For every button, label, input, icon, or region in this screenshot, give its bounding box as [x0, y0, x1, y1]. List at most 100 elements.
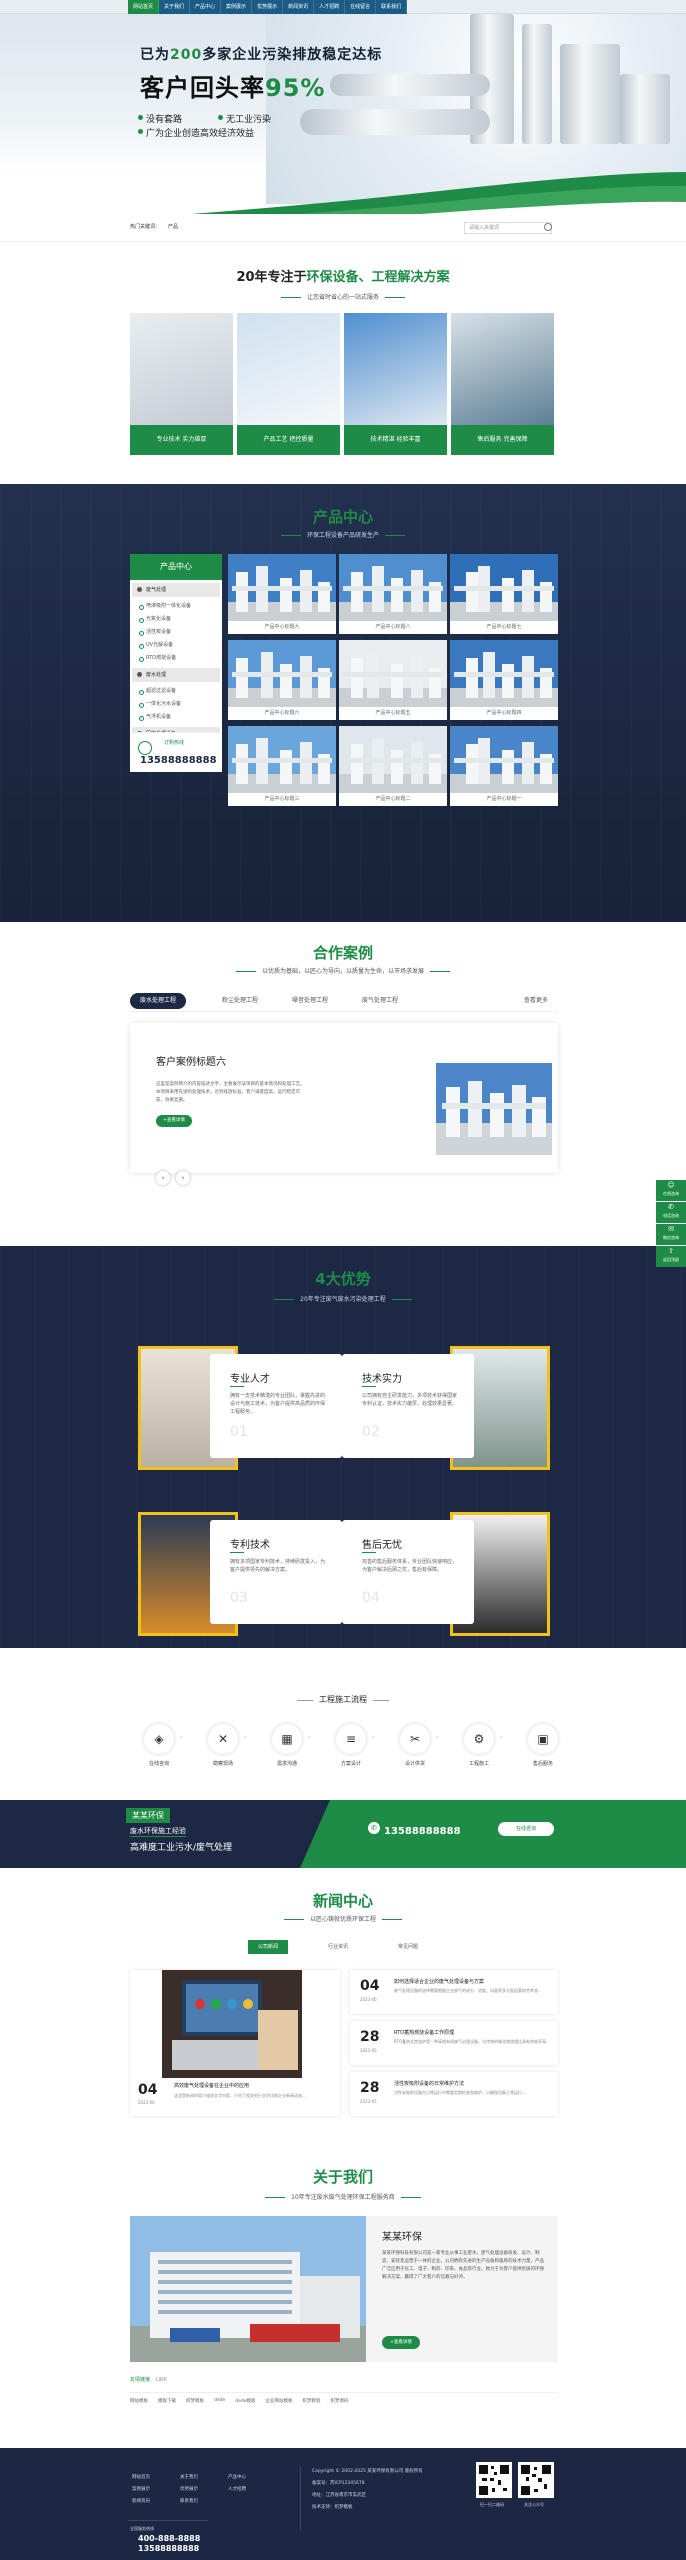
sidebar-subcategory[interactable]: RTO燃烧设备 [130, 652, 222, 665]
friend-link[interactable]: 模板下载 [158, 2398, 176, 2404]
search-input[interactable]: 请输入关键词 [464, 222, 552, 234]
wechat-float-button[interactable]: ✉ 微信咨询 [656, 1224, 686, 1245]
friend-link[interactable]: 企业网站模板 [266, 2398, 293, 2404]
communicate-icon: ▦ [272, 1724, 302, 1754]
hero-bullet: 没有套路 [137, 112, 182, 125]
page: { "nav": ["网站首页","关于我们","产品中心","案例展示","优… [0, 0, 686, 2560]
product-card[interactable]: 产品中心标题八 [339, 554, 447, 634]
nav-item-2[interactable]: 产品中心 [190, 0, 222, 14]
prev-arrow-icon[interactable]: ‹ [156, 1171, 170, 1185]
tab-news-0[interactable]: 公司新闻 [248, 1940, 289, 1954]
friend-link[interactable]: 织梦模板 [186, 2398, 204, 2404]
sidebar-subcategory[interactable]: 光氧化设备 [130, 613, 222, 626]
nav-item-7[interactable]: 在线留言 [345, 0, 377, 14]
footer-link[interactable]: 人才招聘 [228, 2486, 246, 2492]
footer-link[interactable]: 联系我们 [180, 2498, 198, 2504]
product-title: 产品中心标题三 [264, 796, 300, 802]
sidebar-category[interactable]: 废水处理 [132, 668, 220, 682]
footer-link[interactable]: 新闻资讯 [132, 2498, 150, 2504]
advantage-title: 专利技术 [230, 1540, 270, 1551]
case-detail-button[interactable]: +查看详情 [156, 1115, 192, 1127]
news-day: 28 [360, 2080, 380, 2096]
news-item[interactable]: 28 2023-05 活性炭吸附设备的日常维护方法 活性炭吸附设备在日常运行中需要定期… [350, 2072, 558, 2116]
top-float-button[interactable]: ⇧ 返回顶部 [656, 1246, 686, 1267]
advantage-title: 售后无忧 [362, 1540, 402, 1551]
about-image [130, 2216, 366, 2362]
process-step-label: 工程施工 [468, 1761, 489, 1767]
product-card[interactable]: 产品中心标题五 [339, 640, 447, 720]
sidebar-subcategory[interactable]: 一体化污水设备 [130, 698, 222, 711]
footer-link[interactable]: 网站首页 [132, 2474, 150, 2480]
news-item[interactable]: 04 2023-06 如何选择适合企业的废气处理设备与方案 废气处理设备的选择需要根据… [350, 1970, 558, 2014]
case-more-link[interactable]: 查看更多 [514, 993, 558, 1009]
feature-card-image [344, 313, 447, 425]
hero-banner: 已为200多家企业污染排放稳定达标 客户回头率95% 没有套路 无工业污染 广为… [0, 14, 686, 214]
footer-link[interactable]: 案例展示 [132, 2486, 150, 2492]
sidebar-category[interactable]: 废气处理 [132, 583, 220, 597]
product-image [228, 554, 336, 621]
cases-title: 合作案例 [312, 944, 373, 962]
sidebar-subcategory[interactable]: UV光解设备 [130, 639, 222, 652]
feature-card[interactable]: 技术精湛 经验丰富 [344, 313, 447, 455]
hero-wave [191, 172, 686, 214]
featured-news[interactable]: 04 2023-06 高效废气处理设备在企业中的应用 这里是新闻的简介描述文字内… [130, 1970, 340, 2116]
hero-bullet: 广为企业创造高效经济效益 [137, 126, 254, 139]
sidebar-subcategory[interactable]: 喷淋吸附一体化设备 [130, 600, 222, 613]
footer-link[interactable]: 产品中心 [228, 2474, 246, 2480]
nav-item-1[interactable]: 关于我们 [159, 0, 191, 14]
feature-card[interactable]: 专业技术 实力雄厚 [130, 313, 233, 455]
nav-item-3[interactable]: 案例展示 [221, 0, 253, 14]
product-card[interactable]: 产品中心标题九 [228, 554, 336, 634]
footer-link[interactable]: 优势展示 [180, 2486, 198, 2492]
product-card[interactable]: 产品中心标题二 [339, 726, 447, 806]
friend-link[interactable]: dede模板 [235, 2398, 255, 2404]
chat-float-button[interactable]: ☺ 在线咨询 [656, 1180, 686, 1201]
nav-item-4[interactable]: 优势展示 [252, 0, 284, 14]
qr-code-1 [476, 2462, 512, 2498]
news-desc: 活性炭吸附设备在日常运行中需要定期检查和维护，以确保设备正常运行... [394, 2090, 526, 2095]
friend-link[interactable]: dede [214, 2398, 225, 2404]
sidebar-subcategory[interactable]: 超滤过滤设备 [130, 685, 222, 698]
consult-button[interactable]: 在线咨询 [498, 1822, 554, 1836]
float-label: 电话咨询 [663, 1213, 679, 1218]
feature-card[interactable]: 售后服务 完善保障 [451, 313, 554, 455]
about-detail-button[interactable]: +查看详情 [382, 2336, 420, 2349]
sidebar-subcategory[interactable]: 气浮机设备 [130, 711, 222, 724]
tab-news-1[interactable]: 行业资讯 [318, 1940, 358, 1954]
hot-keyword-link[interactable]: 产品 [168, 224, 178, 230]
product-card[interactable]: 产品中心标题三 [228, 726, 336, 806]
product-card[interactable]: 产品中心标题一 [450, 726, 558, 806]
hotline-box: 订购热线 13588888888 [130, 732, 222, 772]
friend-link[interactable]: 织梦源码 [331, 2398, 349, 2404]
survey-icon: ✕ [208, 1724, 238, 1754]
product-card[interactable]: 产品中心标题七 [450, 554, 558, 634]
friend-link[interactable]: 网站模板 [130, 2398, 148, 2404]
friend-links: 网站模板 模板下载 织梦模板 dede dede模板 企业网站模板 织梦教程 织梦源码 [130, 2398, 349, 2404]
product-card[interactable]: 产品中心标题六 [228, 640, 336, 720]
phone-float-button[interactable]: ✆ 电话咨询 [656, 1202, 686, 1223]
tab-case-3[interactable]: 废气处理工程 [352, 993, 408, 1009]
sidebar-subcategory[interactable]: 活性炭设备 [130, 626, 222, 639]
nav-item-8[interactable]: 联系我们 [376, 0, 408, 14]
nav-item-6[interactable]: 人才招聘 [314, 0, 346, 14]
feature-card[interactable]: 产品工艺 把控质量 [237, 313, 340, 455]
friend-link[interactable]: 织梦教程 [303, 2398, 321, 2404]
hero-tower [620, 74, 670, 144]
nav-item-5[interactable]: 新闻资讯 [283, 0, 315, 14]
footer-link[interactable]: 关于我们 [180, 2474, 198, 2480]
next-arrow-icon[interactable]: › [176, 1171, 190, 1185]
tab-case-0[interactable]: 废水处理工程 [130, 993, 187, 1009]
footer-support: 技术支持：织梦模板 [312, 2505, 353, 2510]
search-icon[interactable] [544, 223, 552, 231]
tab-case-1[interactable]: 粉尘处理工程 [212, 993, 268, 1009]
feature-card-label: 售后服务 完善保障 [451, 425, 554, 455]
float-label: 返回顶部 [663, 1257, 679, 1262]
product-card[interactable]: 产品中心标题四 [450, 640, 558, 720]
news-title: 新闻中心 [312, 1892, 373, 1910]
news-item[interactable]: 28 2023-05 RTO蓄热燃烧设备工作原理 RTO蓄热式焚烧炉是一种高效有机废气… [350, 2021, 558, 2065]
nav-item-0[interactable]: 网站首页 [128, 0, 160, 14]
tab-case-2[interactable]: 噪音处理工程 [282, 993, 338, 1009]
tab-news-2[interactable]: 常见问题 [388, 1940, 428, 1954]
phone-icon: ✆ [368, 1822, 380, 1834]
news-day: 28 [360, 2029, 380, 2045]
